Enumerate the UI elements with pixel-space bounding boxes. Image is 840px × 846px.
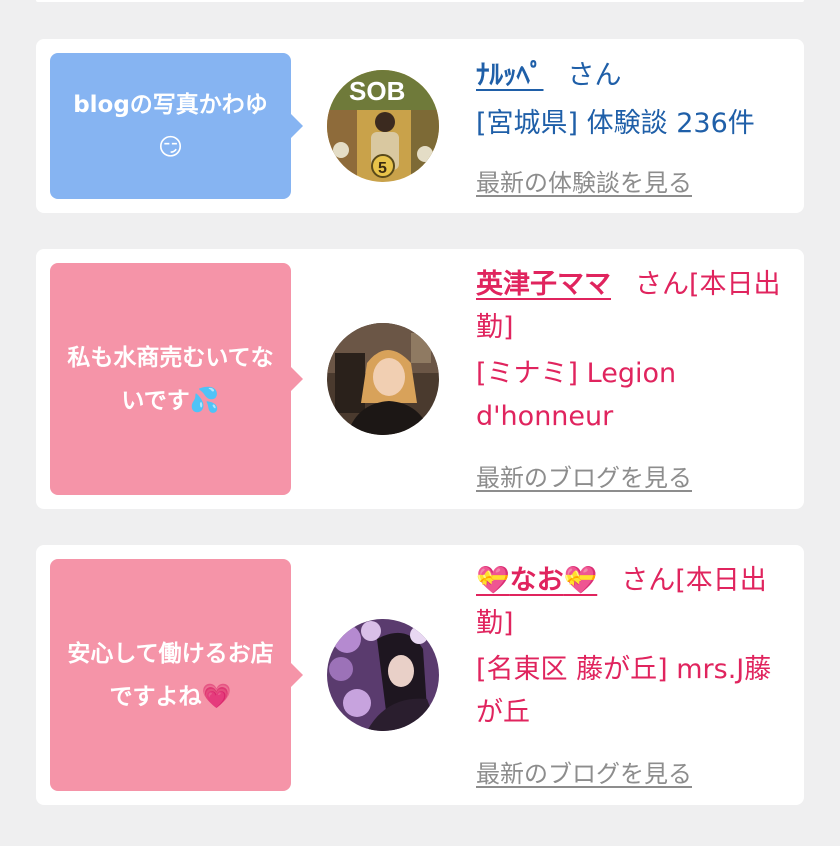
heart-ribbon-icon: 💝: [563, 565, 598, 596]
reviewer-name-text: なお: [509, 565, 564, 596]
comment-text: blogの写真かわゆ: [73, 91, 268, 118]
reviewer-name-link[interactable]: ﾅﾙｯﾍﾟ: [476, 60, 544, 91]
comment-bubble: 私も水商売むいてないです💦: [50, 263, 303, 495]
sweat-droplets-emoji-icon: 💦: [189, 385, 220, 414]
avatar-photo-icon: [327, 323, 439, 435]
reviewer-info: 英津子ママ さん[本日出勤] [ミナミ] Legion d'honneur: [476, 263, 788, 438]
avatar-photo-icon: SOB 5: [327, 70, 439, 182]
avatar[interactable]: [327, 619, 439, 731]
reviewer-name-link[interactable]: 💝なお💝: [476, 565, 597, 596]
avatar[interactable]: SOB 5: [327, 70, 439, 182]
shop-info: [名東区 藤が丘] mrs.J藤が丘: [476, 654, 772, 728]
comment-bubble: blogの写真かわゆ 😏: [50, 53, 303, 199]
shop-info: [ミナミ] Legion d'honneur: [476, 358, 677, 432]
latest-review-link[interactable]: 最新の体験談を見る: [476, 163, 692, 198]
review-card: 安心して働けるお店ですよね💗 💝なお💝 さん[本日出勤] [名東区 藤が丘] mr…: [36, 545, 804, 805]
name-line: ﾅﾙｯﾍﾟ さん: [476, 54, 788, 97]
sparkling-heart-emoji-icon: 💗: [201, 681, 232, 710]
review-card: blogの写真かわゆ 😏 SOB 5 ﾅﾙｯﾍﾟ さん [宮城県] 体験談 236件…: [36, 39, 804, 213]
reviewer-info: ﾅﾙｯﾍﾟ さん [宮城県] 体験談 236件: [476, 54, 788, 145]
svg-text:5: 5: [378, 160, 387, 177]
avatar[interactable]: [327, 323, 439, 435]
name-line: 💝なお💝 さん[本日出勤]: [476, 559, 788, 645]
name-line: 英津子ママ さん[本日出勤]: [476, 263, 788, 349]
previous-card-edge: [36, 0, 804, 2]
comment-text: 私も水商売むいてないです: [67, 344, 274, 414]
reviewer-name-link[interactable]: 英津子ママ: [476, 269, 611, 300]
comment-text: 安心して働けるお店ですよね: [67, 640, 274, 710]
latest-blog-link[interactable]: 最新のブログを見る: [476, 754, 692, 789]
smirk-emoji-icon: 😏: [157, 132, 184, 161]
shop-info: [宮城県] 体験談 236件: [476, 108, 755, 139]
review-card: 私も水商売むいてないです💦 英津子ママ さん[本日出勤] [ミナミ] Legion…: [36, 249, 804, 509]
svg-text:SOB: SOB: [349, 76, 405, 106]
avatar-photo-icon: [327, 619, 439, 731]
honorific: さん: [567, 60, 622, 91]
reviewer-info: 💝なお💝 さん[本日出勤] [名東区 藤が丘] mrs.J藤が丘: [476, 559, 788, 734]
latest-blog-link[interactable]: 最新のブログを見る: [476, 458, 692, 493]
heart-ribbon-icon: 💝: [476, 565, 510, 596]
comment-bubble: 安心して働けるお店ですよね💗: [50, 559, 303, 791]
